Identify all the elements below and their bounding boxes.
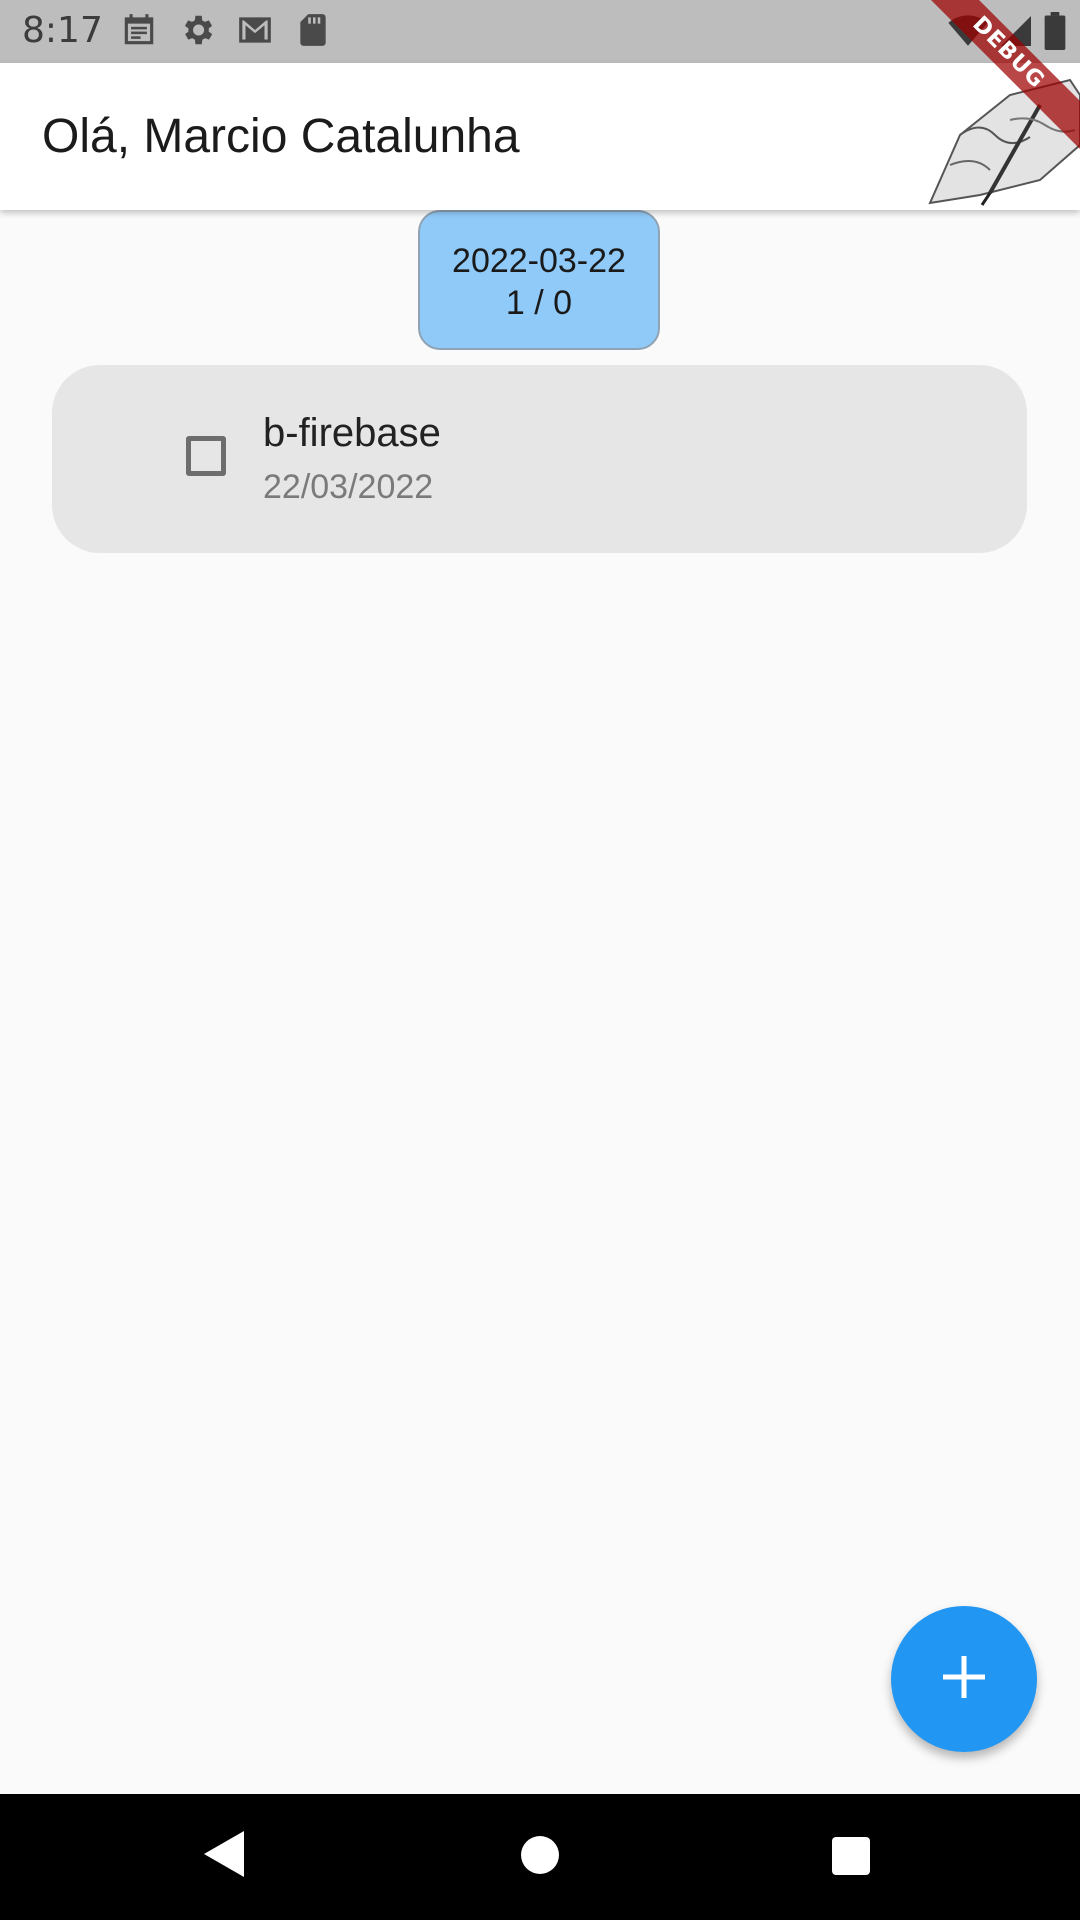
add-icon bbox=[943, 1655, 985, 1703]
hand-writing-logo bbox=[920, 75, 1080, 210]
notification-icons bbox=[120, 11, 332, 49]
task-date: 22/03/2022 bbox=[263, 468, 434, 506]
gmail-icon bbox=[236, 11, 274, 49]
navigation-bar bbox=[0, 1794, 1080, 1920]
page-title: Olá, Marcio Catalunha bbox=[42, 110, 520, 163]
app-screen: 8:17 Olá, Marcio Catalunha DEBUG 2022-03… bbox=[0, 0, 1080, 1920]
settings-icon bbox=[178, 11, 216, 49]
task-checkbox[interactable] bbox=[186, 436, 226, 476]
task-title: b-firebase bbox=[263, 411, 441, 455]
signal-icon bbox=[998, 13, 1034, 54]
list-item[interactable]: b-firebase 22/03/2022 bbox=[52, 365, 1027, 553]
recents-icon[interactable] bbox=[832, 1837, 870, 1875]
wifi-icon bbox=[948, 13, 988, 54]
status-time: 8:17 bbox=[22, 10, 103, 51]
date-chip-date: 2022-03-22 bbox=[452, 242, 626, 280]
calendar-icon bbox=[120, 11, 158, 49]
date-chip-count: 1 / 0 bbox=[505, 284, 573, 322]
sd-card-icon bbox=[294, 11, 332, 49]
add-task-button[interactable] bbox=[891, 1606, 1037, 1752]
battery-icon bbox=[1044, 12, 1066, 55]
home-icon[interactable] bbox=[521, 1836, 559, 1874]
system-icons bbox=[948, 12, 1066, 55]
date-chip[interactable]: 2022-03-22 1 / 0 bbox=[418, 210, 660, 350]
app-bar: Olá, Marcio Catalunha bbox=[0, 63, 1080, 210]
status-bar: 8:17 bbox=[0, 0, 1080, 63]
back-icon[interactable] bbox=[204, 1831, 244, 1882]
